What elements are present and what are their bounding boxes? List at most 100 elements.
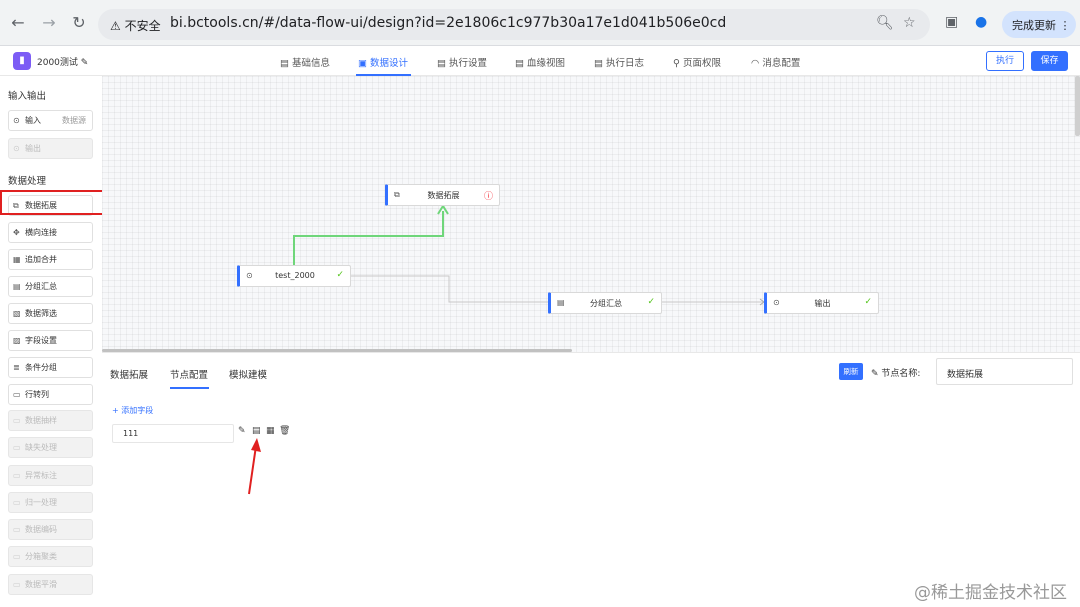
- canvas-vertical-scrollbar[interactable]: [1075, 76, 1080, 136]
- sidebar-item-field-settings[interactable]: ▨ 字段设置: [8, 330, 93, 351]
- tab-label: 血缘视图: [527, 58, 566, 69]
- table-icon: ▭: [13, 471, 21, 480]
- check-status-icon: ✓: [864, 297, 872, 307]
- doc-icon: ▤: [594, 58, 603, 69]
- flow-node-data-expand[interactable]: ⧉ 数据拓展 ⓘ: [385, 184, 500, 206]
- edit-icon[interactable]: ✎: [81, 58, 89, 68]
- security-label: 不安全: [124, 19, 161, 33]
- sidebar-item-row-to-column[interactable]: ▭ 行转列: [8, 384, 93, 405]
- update-button[interactable]: 完成更新 ⋮: [1002, 11, 1076, 38]
- sidebar-item-label: 分箱聚类: [25, 552, 57, 561]
- table-icon: ▭: [13, 552, 21, 561]
- move-icon: ✥: [13, 228, 20, 237]
- tab-exec-settings[interactable]: ▤ 执行设置: [437, 55, 487, 69]
- sidebar-item-label: 数据平滑: [25, 580, 57, 589]
- sidebar-item-data-sampling[interactable]: ▭ 数据抽样: [8, 410, 93, 431]
- table-icon: ▭: [13, 580, 21, 589]
- tab-label: 消息配置: [762, 58, 801, 69]
- sidebar-item-anomaly-mark[interactable]: ▭ 异常标注: [8, 465, 93, 486]
- settings-doc-icon: ▨: [13, 336, 21, 345]
- refresh-button[interactable]: 刷新: [839, 363, 863, 380]
- forward-icon[interactable]: →: [39, 13, 59, 32]
- tab-page-permission[interactable]: ⚲ 页面权限: [673, 55, 721, 69]
- tab-lineage-view[interactable]: ▤ 血缘视图: [515, 55, 565, 69]
- sidebar-item-label: 分组汇总: [25, 282, 57, 291]
- sidebar-item-conditional-group[interactable]: ≣ 条件分组: [8, 357, 93, 378]
- node-name-input[interactable]: 数据拓展: [936, 358, 1073, 385]
- tab-label: 基础信息: [292, 58, 331, 69]
- tab-data-design[interactable]: ▣ 数据设计: [358, 55, 408, 69]
- tab-label: 数据设计: [370, 58, 409, 69]
- warning-icon: ⚠: [110, 19, 121, 33]
- delete-icon[interactable]: 🗑︎: [279, 426, 290, 436]
- output-icon: ⊙: [13, 144, 20, 153]
- tab-simulated-modeling[interactable]: 模拟建模: [229, 367, 267, 381]
- add-field-button[interactable]: + 添加字段: [112, 405, 153, 416]
- sidebar-item-input[interactable]: ⊙ 输入 数据源: [8, 110, 93, 131]
- tab-label: 页面权限: [683, 58, 722, 69]
- sidebar-item-data-smoothing[interactable]: ▭ 数据平滑: [8, 574, 93, 595]
- grid-icon[interactable]: ▦: [266, 426, 275, 436]
- zoom-icon[interactable]: 🔍︎: [876, 15, 894, 31]
- project-name-text: 2000测试: [37, 58, 78, 68]
- document-icon[interactable]: ▤: [252, 426, 261, 436]
- sidebar-item-label: 追加合并: [25, 255, 57, 264]
- sidebar-item-label: 输出: [25, 144, 41, 153]
- tab-basic-info[interactable]: ▤ 基础信息: [280, 55, 330, 69]
- url-text[interactable]: bi.bctools.cn/#/data-flow-ui/design?id=2…: [170, 15, 726, 31]
- sidebar-item-group-summary[interactable]: ▤ 分组汇总: [8, 276, 93, 297]
- sidebar-item-missing-handling[interactable]: ▭ 缺失处理: [8, 437, 93, 458]
- tab-node-config[interactable]: 节点配置: [170, 367, 208, 381]
- sidebar-item-normalize[interactable]: ▭ 归一处理: [8, 492, 93, 513]
- flow-node-source[interactable]: ⊙ test_2000 ✓: [237, 265, 351, 287]
- sidebar-item-label: 横向连接: [25, 228, 57, 237]
- profile-avatar-icon[interactable]: ●: [975, 14, 987, 30]
- save-button[interactable]: 保存: [1031, 51, 1068, 71]
- field-name-input[interactable]: 111: [112, 424, 234, 443]
- address-bar[interactable]: ⚠ 不安全 bi.bctools.cn/#/data-flow-ui/desig…: [98, 9, 930, 40]
- section-title-process: 数据处理: [8, 176, 47, 187]
- execute-button[interactable]: 执行: [986, 51, 1024, 71]
- sidebar-item-label: 字段设置: [25, 336, 57, 345]
- flow-node-group-summary[interactable]: ▤ 分组汇总 ✓: [548, 292, 662, 314]
- tab-label: 执行设置: [449, 58, 488, 69]
- flow-node-output[interactable]: ⊙ 输出 ✓: [764, 292, 879, 314]
- sidebar-item-label: 数据抽样: [25, 416, 57, 425]
- tab-exec-log[interactable]: ▤ 执行日志: [594, 55, 644, 69]
- edit-icon[interactable]: ✎: [238, 426, 246, 436]
- node-name-label-text: 节点名称:: [881, 369, 921, 379]
- input-source-label: 数据源: [62, 116, 86, 125]
- doc-icon: ▤: [13, 282, 21, 291]
- side-panel-icon[interactable]: ▣: [945, 14, 958, 30]
- edit-icon: ✎: [871, 369, 879, 379]
- section-title-io: 输入输出: [8, 91, 47, 102]
- table-icon: ▭: [13, 443, 21, 452]
- error-status-icon: ⓘ: [483, 192, 493, 202]
- check-status-icon: ✓: [647, 297, 655, 307]
- security-warning[interactable]: ⚠ 不安全: [110, 17, 161, 34]
- reload-icon[interactable]: ↻: [69, 13, 89, 32]
- sidebar-item-data-filter[interactable]: ▧ 数据筛选: [8, 303, 93, 324]
- sidebar-item-label: 缺失处理: [25, 443, 57, 452]
- bookmark-star-icon[interactable]: ☆: [903, 15, 916, 31]
- project-name: 2000测试 ✎: [37, 55, 88, 68]
- table-icon: ▭: [13, 498, 21, 507]
- sidebar-item-data-encoding[interactable]: ▭ 数据编码: [8, 519, 93, 540]
- play-icon: ⊙: [13, 116, 20, 125]
- sidebar-item-label: 归一处理: [25, 498, 57, 507]
- table-icon: ▭: [13, 525, 21, 534]
- sidebar-item-horizontal-join[interactable]: ✥ 横向连接: [8, 222, 93, 243]
- highlight-box: [0, 190, 117, 215]
- sidebar-item-output[interactable]: ⊙ 输出: [8, 138, 93, 159]
- node-label: 分组汇总: [590, 299, 622, 308]
- tab-label: 执行日志: [606, 58, 645, 69]
- back-icon[interactable]: ←: [8, 13, 28, 32]
- list-icon: ≣: [13, 363, 20, 372]
- more-menu-icon: ⋮: [1059, 19, 1071, 32]
- sidebar-item-binning-cluster[interactable]: ▭ 分箱聚类: [8, 546, 93, 567]
- doc-icon: ▤: [437, 58, 446, 69]
- tab-data-expand[interactable]: 数据拓展: [110, 367, 148, 381]
- sidebar-item-append-merge[interactable]: ▦ 追加合并: [8, 249, 93, 270]
- tab-message-config[interactable]: ◠ 消息配置: [751, 55, 800, 69]
- headset-icon: ◠: [751, 58, 760, 69]
